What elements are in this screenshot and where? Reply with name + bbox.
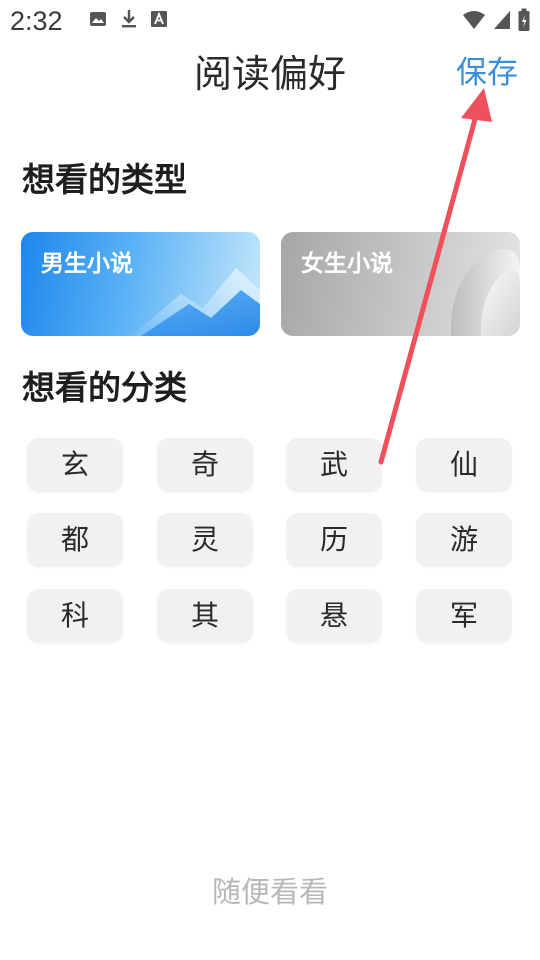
category-chip[interactable]: 都: [27, 513, 123, 567]
male-novel-card[interactable]: 男生小说: [21, 232, 260, 336]
category-chip[interactable]: 军: [416, 589, 512, 643]
category-section-title: 想看的分类: [22, 368, 187, 407]
category-chip[interactable]: 仙: [416, 438, 512, 492]
category-chip[interactable]: 其: [157, 589, 253, 643]
text-a-icon: [150, 9, 168, 33]
save-button[interactable]: 保存: [456, 53, 518, 93]
category-chip[interactable]: 历: [286, 513, 382, 567]
status-left-icons: [88, 8, 168, 34]
category-chip[interactable]: 游: [416, 513, 512, 567]
status-bar: 2:32: [0, 0, 540, 44]
female-novel-card[interactable]: 女生小说: [281, 232, 520, 336]
female-novel-label: 女生小说: [301, 251, 393, 277]
category-chip[interactable]: 科: [27, 589, 123, 643]
status-right-icons: [462, 8, 530, 36]
download-icon: [120, 8, 138, 34]
category-chip[interactable]: 悬: [286, 589, 382, 643]
image-icon: [88, 9, 108, 33]
wifi-icon: [462, 9, 486, 35]
male-novel-label: 男生小说: [41, 251, 133, 277]
category-chip[interactable]: 奇: [157, 438, 253, 492]
status-time: 2:32: [10, 6, 63, 36]
signal-icon: [492, 9, 512, 35]
category-chip[interactable]: 灵: [157, 513, 253, 567]
random-browse-button[interactable]: 随便看看: [0, 872, 540, 912]
category-chip[interactable]: 玄: [27, 438, 123, 492]
category-chip[interactable]: 武: [286, 438, 382, 492]
battery-icon: [518, 8, 530, 36]
type-section-title: 想看的类型: [22, 160, 187, 199]
